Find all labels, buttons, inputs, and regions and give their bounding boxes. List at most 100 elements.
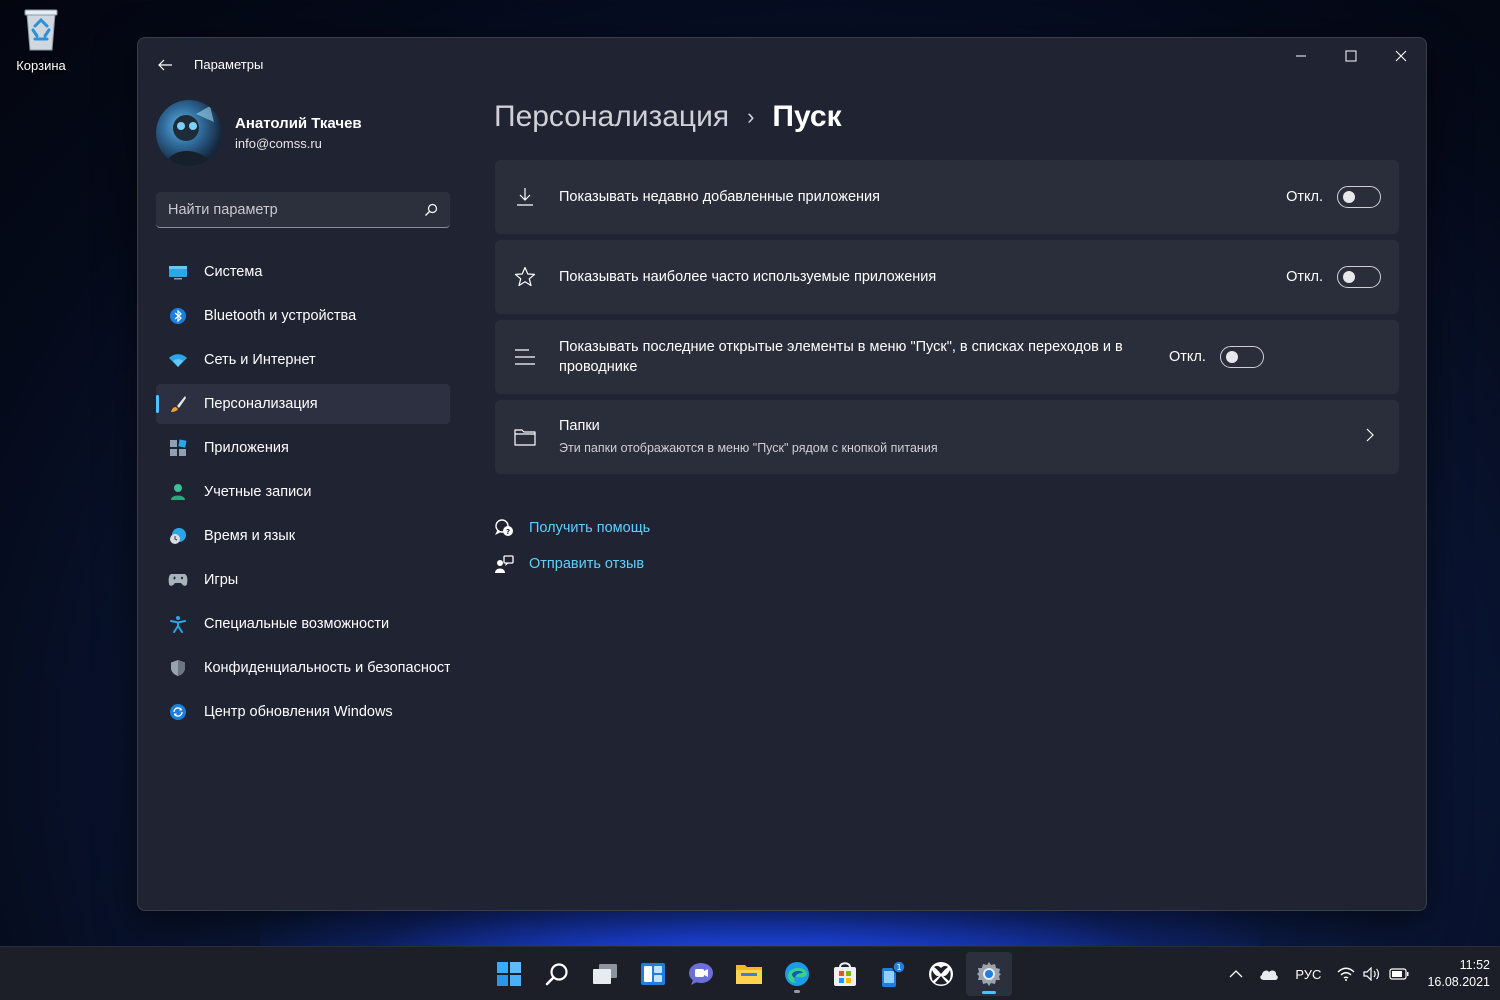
sidebar-item-gaming[interactable]: Игры xyxy=(156,560,450,600)
breadcrumb: Персонализация › Пуск xyxy=(494,100,842,134)
taskbar-search-button[interactable] xyxy=(534,952,580,996)
volume-icon xyxy=(1363,967,1380,981)
help-chat-icon: ? xyxy=(493,517,515,539)
title-bar[interactable]: Параметры xyxy=(138,38,1426,90)
maximize-icon xyxy=(1345,50,1357,62)
sidebar-nav: Система Bluetooth и устройства Сеть и Ин… xyxy=(156,252,450,736)
setting-label: Показывать наиболее часто используемые п… xyxy=(559,269,937,285)
sidebar-item-time-language[interactable]: Время и язык xyxy=(156,516,450,556)
language-indicator[interactable]: РУС xyxy=(1295,967,1321,982)
sidebar-item-apps[interactable]: Приложения xyxy=(156,428,450,468)
toggle-knob xyxy=(1343,271,1355,283)
toggle-state-label: Откл. xyxy=(1286,269,1323,285)
sidebar-item-privacy[interactable]: Конфиденциальность и безопасность xyxy=(156,648,450,688)
task-view-button[interactable] xyxy=(582,952,628,996)
show-hidden-icons-button[interactable] xyxy=(1229,969,1243,979)
search-icon[interactable] xyxy=(424,203,438,217)
most-used-toggle[interactable] xyxy=(1337,266,1381,288)
sidebar-item-system[interactable]: Система xyxy=(156,252,450,292)
help-links: ? Получить помощь Отправить отзыв xyxy=(493,510,650,582)
settings-search xyxy=(156,192,450,228)
gamepad-icon xyxy=(168,570,188,590)
send-feedback-link[interactable]: Отправить отзыв xyxy=(493,546,650,582)
profile-name: Анатолий Ткачев xyxy=(235,115,362,132)
wifi-icon xyxy=(168,350,188,370)
person-icon xyxy=(168,482,188,502)
recycle-bin[interactable]: Корзина xyxy=(8,6,74,73)
start-button[interactable] xyxy=(486,952,532,996)
star-icon xyxy=(513,265,537,289)
chevron-right-icon xyxy=(1365,428,1375,447)
file-explorer-button[interactable] xyxy=(726,952,772,996)
breadcrumb-separator: › xyxy=(747,104,755,129)
edge-icon xyxy=(785,962,809,986)
user-profile[interactable]: Анатолий Ткачев info@comss.ru xyxy=(156,100,362,166)
edge-button[interactable] xyxy=(774,952,820,996)
sidebar-item-accounts[interactable]: Учетные записи xyxy=(156,472,450,512)
sidebar-item-label: Система xyxy=(204,264,263,280)
folder-icon xyxy=(513,425,537,449)
settings-cards: Показывать недавно добавленные приложени… xyxy=(495,160,1399,480)
brush-icon xyxy=(168,394,188,414)
back-button[interactable] xyxy=(152,52,178,78)
avatar xyxy=(156,100,222,166)
sidebar-item-label: Специальные возможности xyxy=(204,616,390,632)
sidebar-item-bluetooth[interactable]: Bluetooth и устройства xyxy=(156,296,450,336)
search-input[interactable] xyxy=(168,201,424,218)
toggle-knob xyxy=(1225,351,1238,363)
sidebar-item-label: Bluetooth и устройства xyxy=(204,308,357,324)
phone-link-icon: 1 xyxy=(882,960,906,987)
send-feedback-label: Отправить отзыв xyxy=(529,556,645,572)
bluetooth-icon xyxy=(168,306,188,326)
breadcrumb-parent[interactable]: Персонализация xyxy=(494,100,729,134)
store-icon xyxy=(834,962,856,986)
onedrive-button[interactable] xyxy=(1259,967,1279,981)
settings-taskbar-button[interactable] xyxy=(966,952,1012,996)
list-icon xyxy=(513,345,537,369)
xbox-icon xyxy=(929,962,953,986)
sidebar-item-label: Центр обновления Windows xyxy=(204,704,393,720)
system-tray: РУС 11:52 16.08.2021 xyxy=(1221,947,1490,1000)
maximize-button[interactable] xyxy=(1326,38,1376,74)
search-icon xyxy=(545,963,568,986)
store-button[interactable] xyxy=(822,952,868,996)
sidebar-item-network[interactable]: Сеть и Интернет xyxy=(156,340,450,380)
recent-apps-toggle[interactable] xyxy=(1337,186,1381,208)
setting-most-used[interactable]: Показывать наиболее часто используемые п… xyxy=(495,240,1399,314)
svg-text:?: ? xyxy=(506,528,510,536)
sidebar-item-accessibility[interactable]: Специальные возможности xyxy=(156,604,450,644)
setting-recent-items[interactable]: Показывать последние открытые элементы в… xyxy=(495,320,1399,394)
recent-items-toggle[interactable] xyxy=(1219,346,1264,368)
chevron-up-icon xyxy=(1229,970,1243,978)
sidebar-item-label: Конфиденциальность и безопасность xyxy=(204,660,450,676)
page-title: Пуск xyxy=(772,100,842,133)
toggle-knob xyxy=(1343,191,1355,203)
xbox-button[interactable] xyxy=(918,952,964,996)
taskbar-apps: 1 xyxy=(486,952,1014,996)
close-icon xyxy=(1395,50,1407,62)
wifi-icon xyxy=(1337,967,1355,981)
sidebar-item-windows-update[interactable]: Центр обновления Windows xyxy=(156,692,450,732)
setting-folders[interactable]: Папки Эти папки отображаются в меню "Пус… xyxy=(495,400,1399,474)
chat-button[interactable] xyxy=(678,952,724,996)
taskbar: 1 РУС 11:52 16.08.2021 xyxy=(0,946,1500,1000)
monitor-icon xyxy=(168,262,188,282)
get-help-label: Получить помощь xyxy=(529,520,651,536)
feedback-icon xyxy=(493,553,515,575)
toggle-state-label: Откл. xyxy=(1286,189,1323,205)
toggle-state-label: Откл. xyxy=(1169,349,1206,365)
sidebar-item-personalization[interactable]: Персонализация xyxy=(156,384,450,424)
widgets-button[interactable] xyxy=(630,952,676,996)
get-help-link[interactable]: ? Получить помощь xyxy=(493,510,650,546)
phone-link-button[interactable]: 1 xyxy=(870,952,916,996)
minimize-button[interactable] xyxy=(1276,38,1326,74)
clock[interactable]: 11:52 16.08.2021 xyxy=(1427,957,1490,991)
setting-label: Показывать последние открытые элементы в… xyxy=(559,339,1123,375)
quick-settings-button[interactable] xyxy=(1337,967,1409,981)
task-view-icon xyxy=(593,964,617,984)
window-controls xyxy=(1276,38,1426,74)
sidebar-item-label: Время и язык xyxy=(204,528,296,544)
setting-recent-apps[interactable]: Показывать недавно добавленные приложени… xyxy=(495,160,1399,234)
update-icon xyxy=(168,702,188,722)
close-button[interactable] xyxy=(1376,38,1426,74)
